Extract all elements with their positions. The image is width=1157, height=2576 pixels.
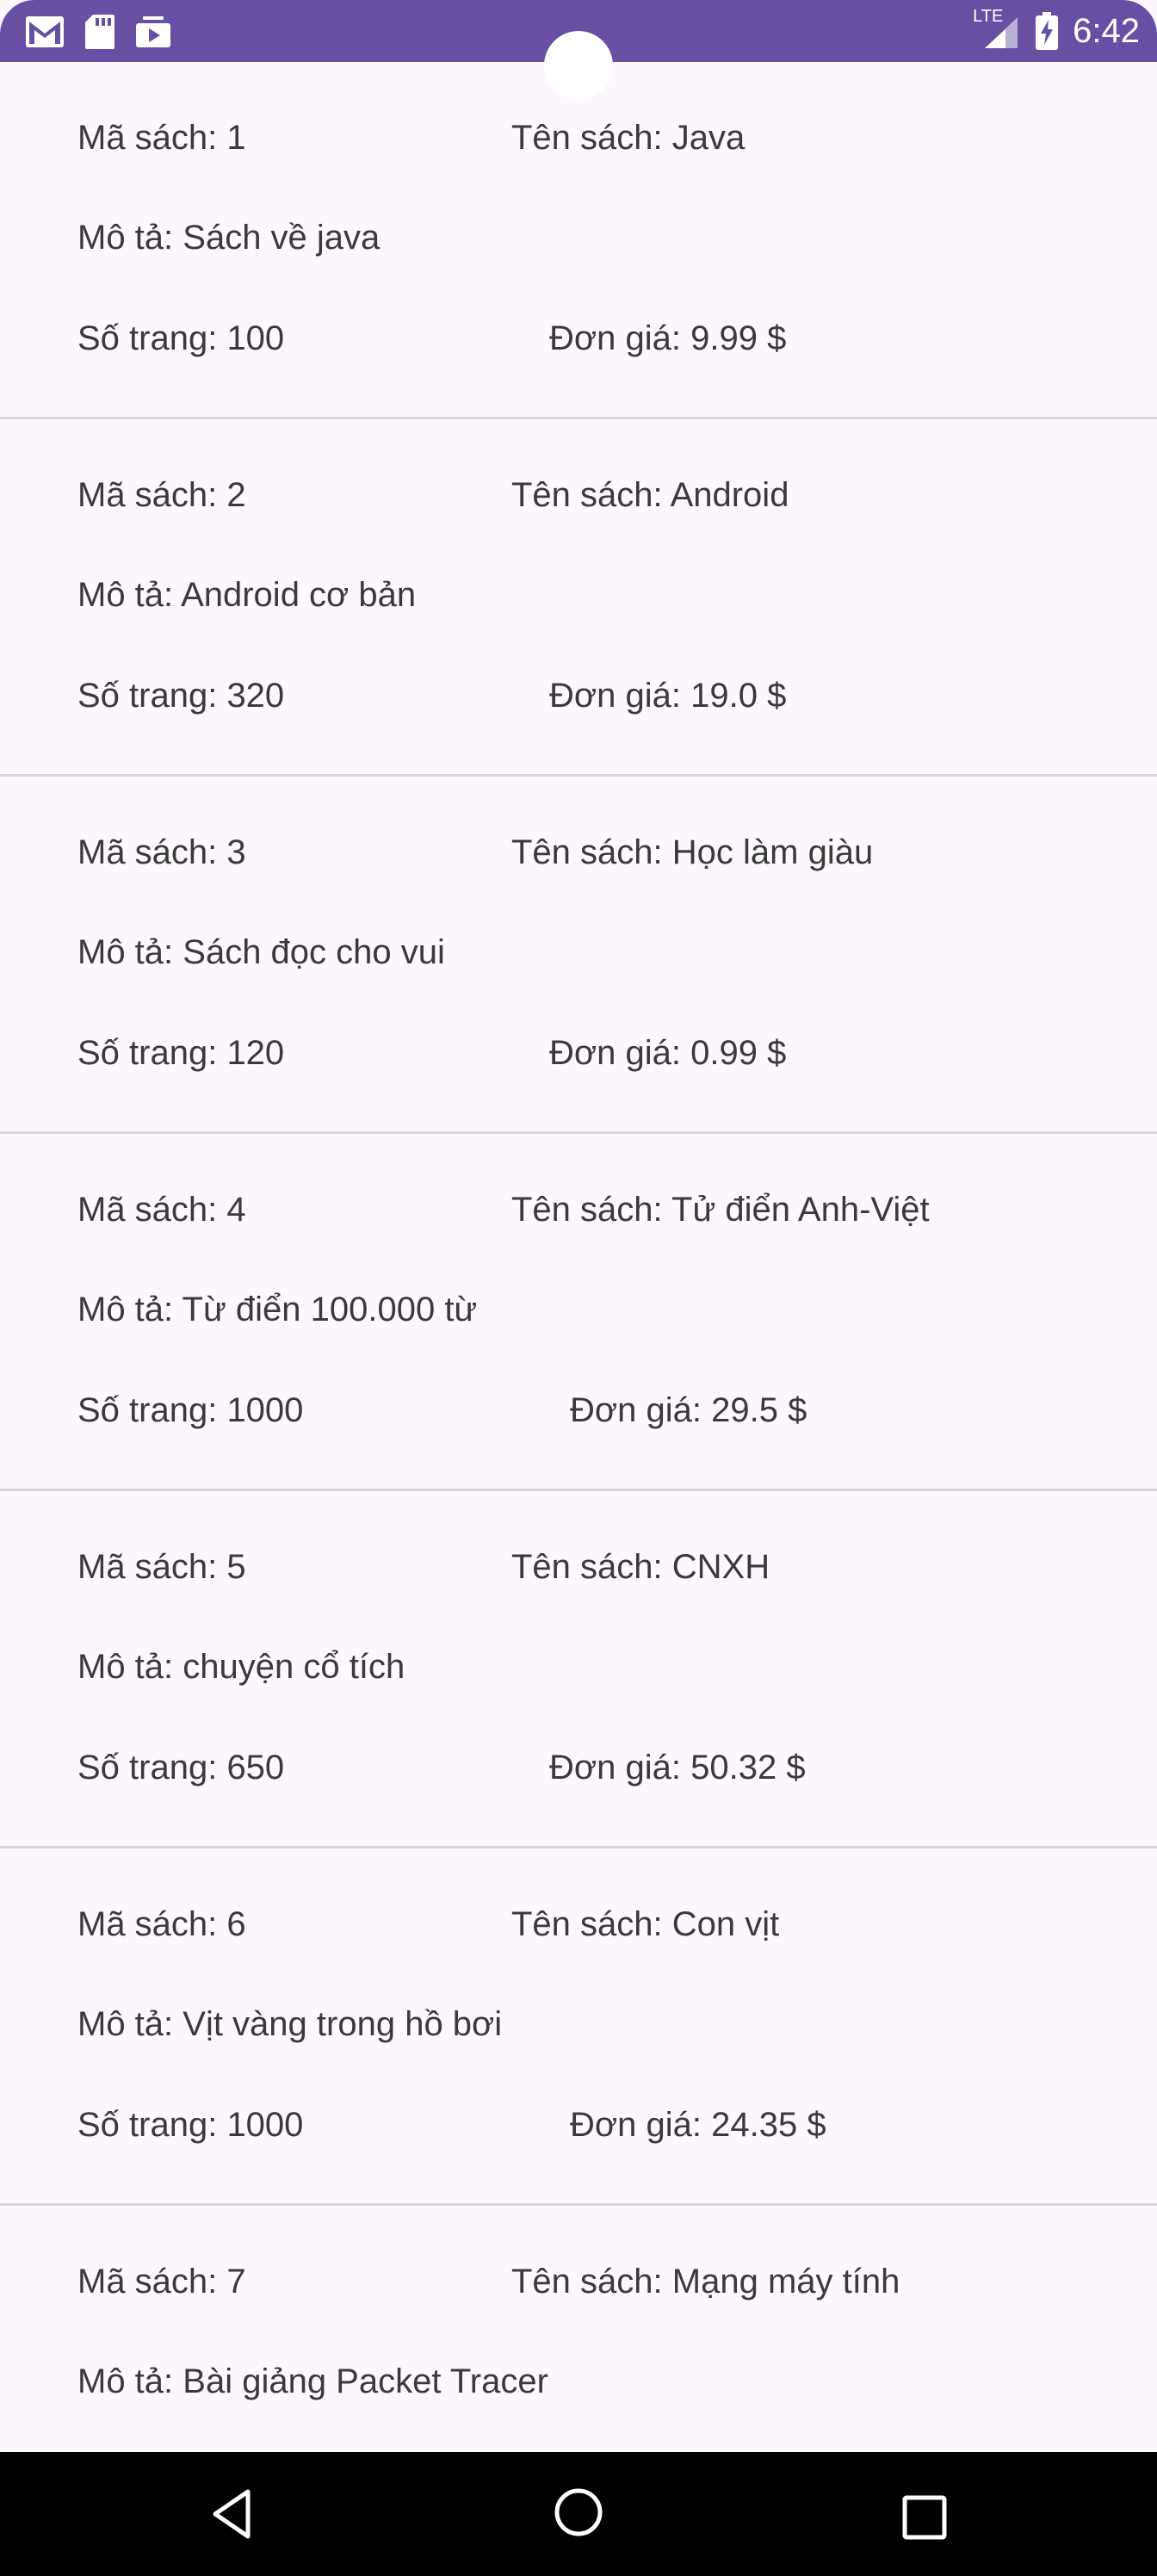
battery-charging-icon <box>1036 12 1059 50</box>
signal-icon: LTE <box>973 7 1021 50</box>
book-list-item[interactable]: Mã sách: 2 Tên sách: Android Mô tả: Andr… <box>0 419 1157 777</box>
book-id: Mã sách: 1 <box>77 119 246 157</box>
recents-icon[interactable] <box>900 2493 949 2542</box>
book-price: Đơn giá: 19.0 $ <box>549 677 787 715</box>
book-description: Mô tả: chuyện cổ tích <box>77 1648 405 1686</box>
book-price: Đơn giá: 24.35 $ <box>570 2106 826 2144</box>
book-list-item[interactable]: Mã sách: 7 Tên sách: Mạng máy tính Mô tả… <box>0 2206 1157 2452</box>
book-description: Mô tả: Vịt vàng trong hồ bơi <box>77 2005 503 2043</box>
book-price: Đơn giá: 9.99 $ <box>549 319 787 357</box>
book-pages: Số trang: 1000 <box>77 2106 304 2144</box>
book-pages: Số trang: 100 <box>77 319 285 357</box>
status-icons-left <box>24 10 172 53</box>
book-pages: Số trang: 320 <box>77 677 285 715</box>
home-icon[interactable] <box>551 2485 606 2540</box>
gmail-icon <box>26 16 64 47</box>
status-time: 6:42 <box>1073 12 1140 50</box>
book-name: Tên sách: Học làm giàu <box>511 833 874 871</box>
book-list-item[interactable]: Mã sách: 3 Tên sách: Học làm giàu Mô tả:… <box>0 777 1157 1134</box>
book-id: Mã sách: 4 <box>77 1191 246 1229</box>
book-pages: Số trang: 1000 <box>77 1391 304 1429</box>
sd-card-icon <box>85 15 114 49</box>
media-icon <box>136 16 170 47</box>
book-pages: Số trang: 120 <box>77 1034 285 1072</box>
book-name: Tên sách: Con vịt <box>511 1905 780 1943</box>
book-id: Mã sách: 7 <box>77 2263 246 2300</box>
book-list[interactable]: Mã sách: 1 Tên sách: Java Mô tả: Sách về… <box>0 62 1157 2452</box>
book-list-item[interactable]: Mã sách: 4 Tên sách: Tử điển Anh-Việt Mô… <box>0 1134 1157 1491</box>
book-name: Tên sách: Android <box>511 476 789 514</box>
book-list-item[interactable]: Mã sách: 6 Tên sách: Con vịt Mô tả: Vịt … <box>0 1848 1157 2206</box>
back-icon[interactable] <box>207 2486 258 2542</box>
status-icons-right: LTE 6:42 <box>973 7 1140 55</box>
book-list-item[interactable]: Mã sách: 1 Tên sách: Java Mô tả: Sách về… <box>0 62 1157 419</box>
book-price: Đơn giá: 50.32 $ <box>549 1749 806 1786</box>
book-description: Mô tả: Từ điển 100.000 từ <box>77 1291 478 1328</box>
book-pages: Số trang: 650 <box>77 1749 285 1786</box>
book-description: Mô tả: Bài giảng Packet Tracer <box>77 2362 548 2400</box>
book-name: Tên sách: Tử điển Anh-Việt <box>511 1191 930 1229</box>
book-id: Mã sách: 3 <box>77 833 246 871</box>
book-id: Mã sách: 2 <box>77 476 246 514</box>
navigation-bar <box>0 2452 1157 2576</box>
book-name: Tên sách: CNXH <box>511 1548 770 1586</box>
book-price: Đơn giá: 0.99 $ <box>549 1034 787 1072</box>
book-name: Tên sách: Java <box>511 119 746 157</box>
book-description: Mô tả: Sách đọc cho vui <box>77 933 445 971</box>
book-id: Mã sách: 6 <box>77 1905 246 1943</box>
book-id: Mã sách: 5 <box>77 1548 246 1586</box>
book-name: Tên sách: Mạng máy tính <box>511 2263 900 2300</box>
book-list-item[interactable]: Mã sách: 5 Tên sách: CNXH Mô tả: chuyện … <box>0 1491 1157 1848</box>
book-description: Mô tả: Android cơ bản <box>77 576 417 614</box>
book-price: Đơn giá: 29.5 $ <box>570 1391 807 1429</box>
book-description: Mô tả: Sách về java <box>77 219 381 257</box>
